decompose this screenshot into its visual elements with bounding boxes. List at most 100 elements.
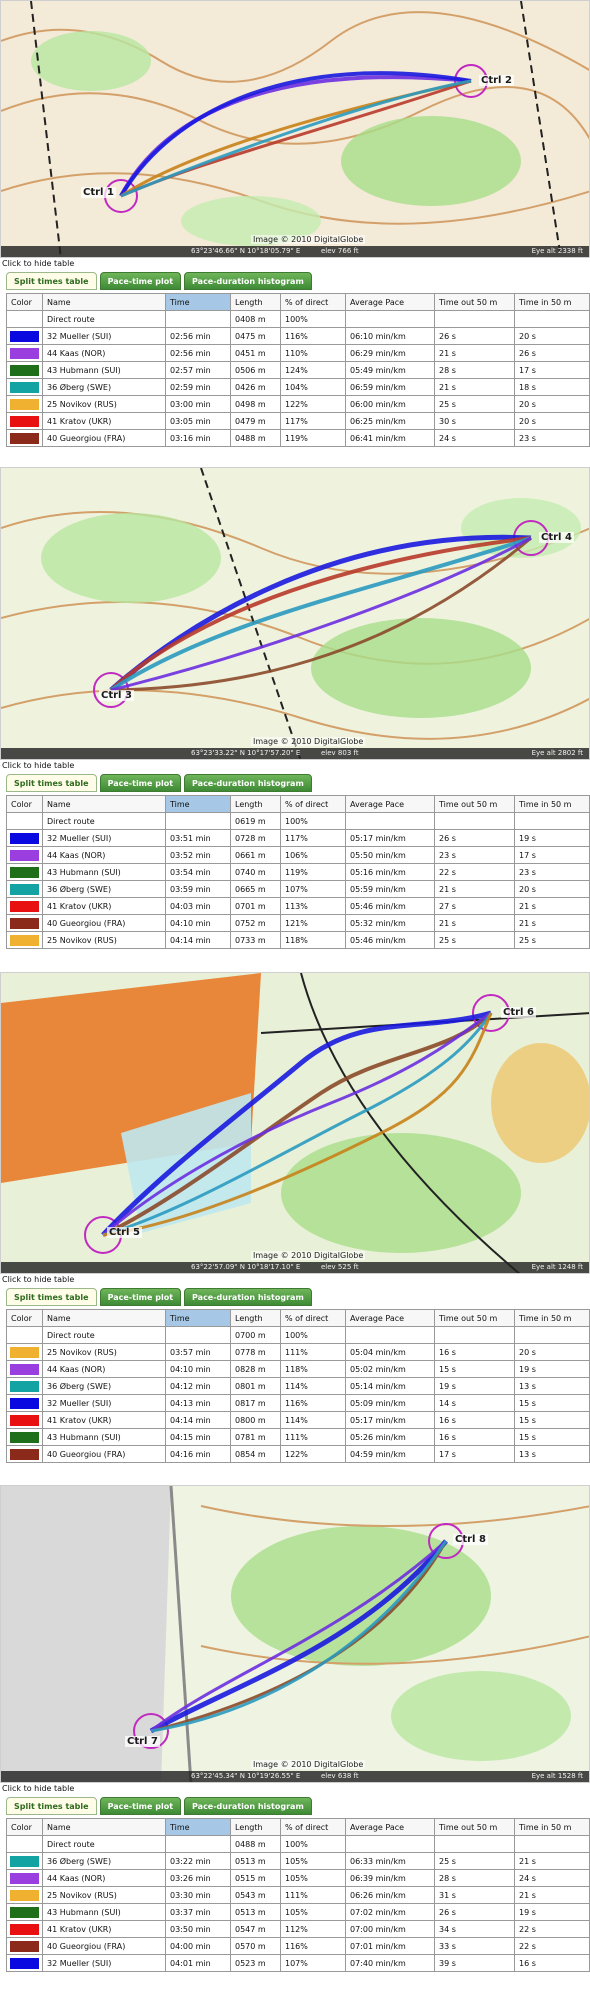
table-row[interactable]: Direct route 0619 m 100% bbox=[6, 812, 590, 830]
tab-split-times-table[interactable]: Split times table bbox=[6, 272, 97, 290]
tab-split-times-table[interactable]: Split times table bbox=[6, 774, 97, 792]
tab-pace-time-plot[interactable]: Pace-time plot bbox=[99, 1288, 182, 1306]
table-row[interactable]: 41 Kratov (UKR) 03:05 min 0479 m 117% 06:25 … bbox=[6, 412, 590, 430]
table-row[interactable]: 25 Novikov (RUS) 03:30 min 0543 m 111% 06:26… bbox=[6, 1886, 590, 1904]
tab-pace-duration-histogram[interactable]: Pace-duration histogram bbox=[184, 1797, 312, 1815]
table-row[interactable]: 41 Kratov (UKR) 03:50 min 0547 m 112% 07:00 … bbox=[6, 1920, 590, 1938]
column-header-time[interactable]: Time bbox=[165, 1818, 231, 1836]
tab-split-times-table[interactable]: Split times table bbox=[6, 1288, 97, 1306]
cell-average-pace bbox=[345, 1835, 435, 1853]
column-header-color[interactable]: Color bbox=[6, 795, 43, 813]
table-row[interactable]: 44 Kaas (NOR) 04:10 min 0828 m 118% 05:02 mi… bbox=[6, 1360, 590, 1378]
table-row[interactable]: 32 Mueller (SUI) 02:56 min 0475 m 116% 06:10… bbox=[6, 327, 590, 345]
column-header-time-in[interactable]: Time in 50 m bbox=[514, 795, 590, 813]
table-row[interactable]: 36 Øberg (SWE) 03:59 min 0665 m 107% 05:59 m… bbox=[6, 880, 590, 898]
tab-split-times-table[interactable]: Split times table bbox=[6, 1797, 97, 1815]
view-tabs: Split times table Pace-time plot Pace-du… bbox=[6, 774, 590, 792]
column-header-length[interactable]: Length bbox=[230, 1818, 281, 1836]
table-row[interactable]: 40 Gueorgiou (FRA) 03:16 min 0488 m 119% 06:… bbox=[6, 429, 590, 447]
table-row[interactable]: Direct route 0700 m 100% bbox=[6, 1326, 590, 1344]
map-view-leg-1[interactable]: Ctrl 1 Ctrl 2 Image © 2010 DigitalGlobe … bbox=[0, 0, 590, 258]
table-row[interactable]: 25 Novikov (RUS) 03:57 min 0778 m 111% 05:04… bbox=[6, 1343, 590, 1361]
table-row[interactable]: 25 Novikov (RUS) 03:00 min 0498 m 122% 06:00… bbox=[6, 395, 590, 413]
table-row[interactable]: 40 Gueorgiou (FRA) 04:16 min 0854 m 122% 04:… bbox=[6, 1445, 590, 1463]
cell-time: 03:16 min bbox=[165, 429, 231, 447]
column-header-time[interactable]: Time bbox=[165, 795, 231, 813]
column-header-color[interactable]: Color bbox=[6, 293, 43, 311]
table-row[interactable]: 43 Hubmann (SUI) 03:37 min 0513 m 105% 07:02… bbox=[6, 1903, 590, 1921]
hide-table-link[interactable]: Click to hide table bbox=[0, 1783, 590, 1795]
table-row[interactable]: 44 Kaas (NOR) 03:52 min 0661 m 106% 05:50 mi… bbox=[6, 846, 590, 864]
table-row[interactable]: 36 Øberg (SWE) 03:22 min 0513 m 105% 06:33 m… bbox=[6, 1852, 590, 1870]
tab-pace-duration-histogram[interactable]: Pace-duration histogram bbox=[184, 1288, 312, 1306]
cell-average-pace: 05:26 min/km bbox=[345, 1428, 435, 1446]
column-header-time-out[interactable]: Time out 50 m bbox=[434, 293, 515, 311]
cell-average-pace: 06:10 min/km bbox=[345, 327, 435, 345]
column-header-average-pace[interactable]: Average Pace bbox=[345, 1818, 435, 1836]
table-row[interactable]: 36 Øberg (SWE) 04:12 min 0801 m 114% 05:14 m… bbox=[6, 1377, 590, 1395]
column-header-length[interactable]: Length bbox=[230, 1309, 281, 1327]
column-header-time-out[interactable]: Time out 50 m bbox=[434, 1309, 515, 1327]
column-header-color[interactable]: Color bbox=[6, 1818, 43, 1836]
table-row[interactable]: 32 Mueller (SUI) 03:51 min 0728 m 117% 05:17… bbox=[6, 829, 590, 847]
column-header-time-in[interactable]: Time in 50 m bbox=[514, 1309, 590, 1327]
map-view-leg-3[interactable]: Ctrl 5 Ctrl 6 Image © 2010 DigitalGlobe … bbox=[0, 972, 590, 1274]
column-header-pct-direct[interactable]: % of direct bbox=[280, 795, 346, 813]
table-row[interactable]: 40 Gueorgiou (FRA) 04:00 min 0570 m 116% 07:… bbox=[6, 1937, 590, 1955]
table-row[interactable]: 36 Øberg (SWE) 02:59 min 0426 m 104% 06:59 m… bbox=[6, 378, 590, 396]
table-row[interactable]: 32 Mueller (SUI) 04:01 min 0523 m 107% 07:40… bbox=[6, 1954, 590, 1972]
column-header-name[interactable]: Name bbox=[42, 293, 166, 311]
table-row[interactable]: Direct route 0488 m 100% bbox=[6, 1835, 590, 1853]
table-row[interactable]: Direct route 0408 m 100% bbox=[6, 310, 590, 328]
column-header-time[interactable]: Time bbox=[165, 1309, 231, 1327]
column-header-name[interactable]: Name bbox=[42, 795, 166, 813]
hide-table-link[interactable]: Click to hide table bbox=[0, 1274, 590, 1286]
column-header-average-pace[interactable]: Average Pace bbox=[345, 795, 435, 813]
tab-pace-time-plot[interactable]: Pace-time plot bbox=[99, 774, 182, 792]
column-header-average-pace[interactable]: Average Pace bbox=[345, 1309, 435, 1327]
cell-time-out: 26 s bbox=[434, 1903, 515, 1921]
column-header-length[interactable]: Length bbox=[230, 795, 281, 813]
table-row[interactable]: 44 Kaas (NOR) 02:56 min 0451 m 110% 06:29 mi… bbox=[6, 344, 590, 362]
column-header-pct-direct[interactable]: % of direct bbox=[280, 1309, 346, 1327]
table-row[interactable]: 43 Hubmann (SUI) 04:15 min 0781 m 111% 05:26… bbox=[6, 1428, 590, 1446]
column-header-average-pace[interactable]: Average Pace bbox=[345, 293, 435, 311]
column-header-time[interactable]: Time bbox=[165, 293, 231, 311]
tab-pace-time-plot[interactable]: Pace-time plot bbox=[99, 272, 182, 290]
column-header-time-out[interactable]: Time out 50 m bbox=[434, 795, 515, 813]
tab-pace-duration-histogram[interactable]: Pace-duration histogram bbox=[184, 272, 312, 290]
color-swatch bbox=[10, 314, 39, 325]
table-row[interactable]: 40 Gueorgiou (FRA) 04:10 min 0752 m 121% 05:… bbox=[6, 914, 590, 932]
cell-color bbox=[6, 1326, 43, 1344]
table-row[interactable]: 41 Kratov (UKR) 04:03 min 0701 m 113% 05:46 … bbox=[6, 897, 590, 915]
map-view-leg-2[interactable]: Ctrl 3 Ctrl 4 Image © 2010 DigitalGlobe … bbox=[0, 467, 590, 760]
cell-time: 03:52 min bbox=[165, 846, 231, 864]
column-header-time-in[interactable]: Time in 50 m bbox=[514, 293, 590, 311]
column-header-time-in[interactable]: Time in 50 m bbox=[514, 1818, 590, 1836]
column-header-length[interactable]: Length bbox=[230, 293, 281, 311]
cell-time: 03:30 min bbox=[165, 1886, 231, 1904]
column-header-pct-direct[interactable]: % of direct bbox=[280, 293, 346, 311]
cell-name: Direct route bbox=[42, 1326, 166, 1344]
tab-pace-duration-histogram[interactable]: Pace-duration histogram bbox=[184, 774, 312, 792]
table-row[interactable]: 43 Hubmann (SUI) 03:54 min 0740 m 119% 05:16… bbox=[6, 863, 590, 881]
cell-name: 43 Hubmann (SUI) bbox=[42, 1428, 166, 1446]
column-header-name[interactable]: Name bbox=[42, 1818, 166, 1836]
column-header-time-out[interactable]: Time out 50 m bbox=[434, 1818, 515, 1836]
table-row[interactable]: 41 Kratov (UKR) 04:14 min 0800 m 114% 05:17 … bbox=[6, 1411, 590, 1429]
column-header-color[interactable]: Color bbox=[6, 1309, 43, 1327]
table-row[interactable]: 43 Hubmann (SUI) 02:57 min 0506 m 124% 05:49… bbox=[6, 361, 590, 379]
table-row[interactable]: 25 Novikov (RUS) 04:14 min 0733 m 118% 05:46… bbox=[6, 931, 590, 949]
cell-time-in: 15 s bbox=[514, 1394, 590, 1412]
column-header-pct-direct[interactable]: % of direct bbox=[280, 1818, 346, 1836]
cell-time-in: 18 s bbox=[514, 378, 590, 396]
hide-table-link[interactable]: Click to hide table bbox=[0, 760, 590, 772]
cell-name: 40 Gueorgiou (FRA) bbox=[42, 914, 166, 932]
map-view-leg-4[interactable]: Ctrl 7 Ctrl 8 Image © 2010 DigitalGlobe … bbox=[0, 1485, 590, 1783]
column-header-name[interactable]: Name bbox=[42, 1309, 166, 1327]
table-row[interactable]: 32 Mueller (SUI) 04:13 min 0817 m 116% 05:09… bbox=[6, 1394, 590, 1412]
table-row[interactable]: 44 Kaas (NOR) 03:26 min 0515 m 105% 06:39 mi… bbox=[6, 1869, 590, 1887]
tab-pace-time-plot[interactable]: Pace-time plot bbox=[99, 1797, 182, 1815]
hide-table-link[interactable]: Click to hide table bbox=[0, 258, 590, 270]
cell-name: 32 Mueller (SUI) bbox=[42, 1394, 166, 1412]
